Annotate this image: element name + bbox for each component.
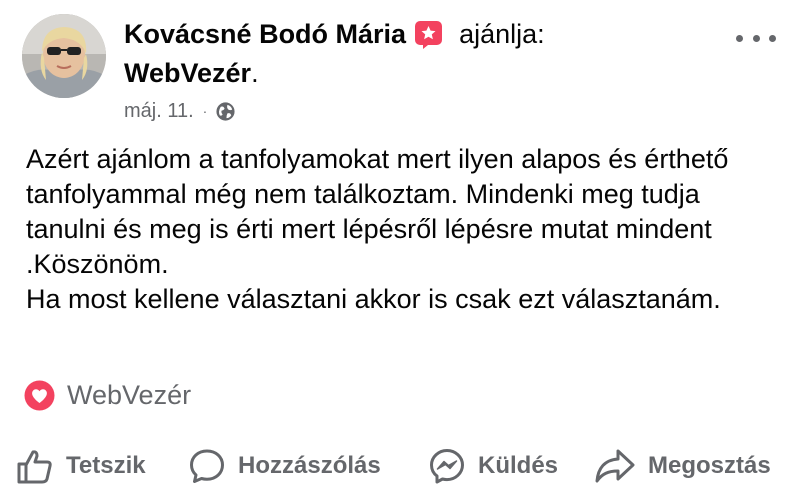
page-name-link[interactable]: WebVezér xyxy=(124,58,251,89)
share-icon xyxy=(595,449,635,483)
period: . xyxy=(251,57,259,88)
recommends-text: ajánlja: xyxy=(459,18,545,49)
more-dot-icon xyxy=(736,34,743,42)
tagged-page[interactable]: WebVezér xyxy=(24,378,191,412)
post-header: Kovácsné Bodó Mária ajánlja: WebVezér. xyxy=(124,14,724,92)
author-name[interactable]: Kovácsné Bodó Mária xyxy=(124,19,406,50)
more-options-button[interactable] xyxy=(736,24,776,52)
comment-label: Hozzászólás xyxy=(238,452,381,479)
send-button[interactable]: Küldés xyxy=(428,443,558,489)
post-paragraph: Azért ajánlom a tanfolyamokat mert ilyen… xyxy=(26,144,729,279)
more-dot-icon xyxy=(752,34,760,42)
send-label: Küldés xyxy=(478,452,559,479)
action-bar: Tetszik Hozzászólás Küldés Megosztás xyxy=(0,443,800,489)
like-label: Tetszik xyxy=(66,452,146,479)
post-date[interactable]: máj. 11. xyxy=(124,100,194,123)
like-button[interactable]: Tetszik xyxy=(16,443,146,489)
thumbs-up-icon xyxy=(17,450,52,484)
messenger-icon xyxy=(430,449,464,484)
author-avatar[interactable] xyxy=(22,14,106,98)
share-label: Megosztás xyxy=(648,452,771,479)
share-button[interactable]: Megosztás xyxy=(594,443,771,489)
more-dot-icon xyxy=(769,34,776,42)
globe-icon xyxy=(216,101,235,121)
recommendation-badge-icon xyxy=(414,20,443,49)
tagged-page-name: WebVezér xyxy=(67,379,192,410)
comment-icon xyxy=(190,449,224,483)
meta-separator: · xyxy=(202,103,208,119)
post-meta: máj. 11. · xyxy=(124,96,236,126)
post-paragraph: Ha most kellene választani akkor is csak… xyxy=(26,284,721,314)
avatar-image xyxy=(22,14,106,98)
post-body: Azért ajánlom a tanfolyamokat mert ilyen… xyxy=(26,142,786,317)
comment-button[interactable]: Hozzászólás xyxy=(188,443,381,489)
heart-badge-icon xyxy=(24,380,55,410)
